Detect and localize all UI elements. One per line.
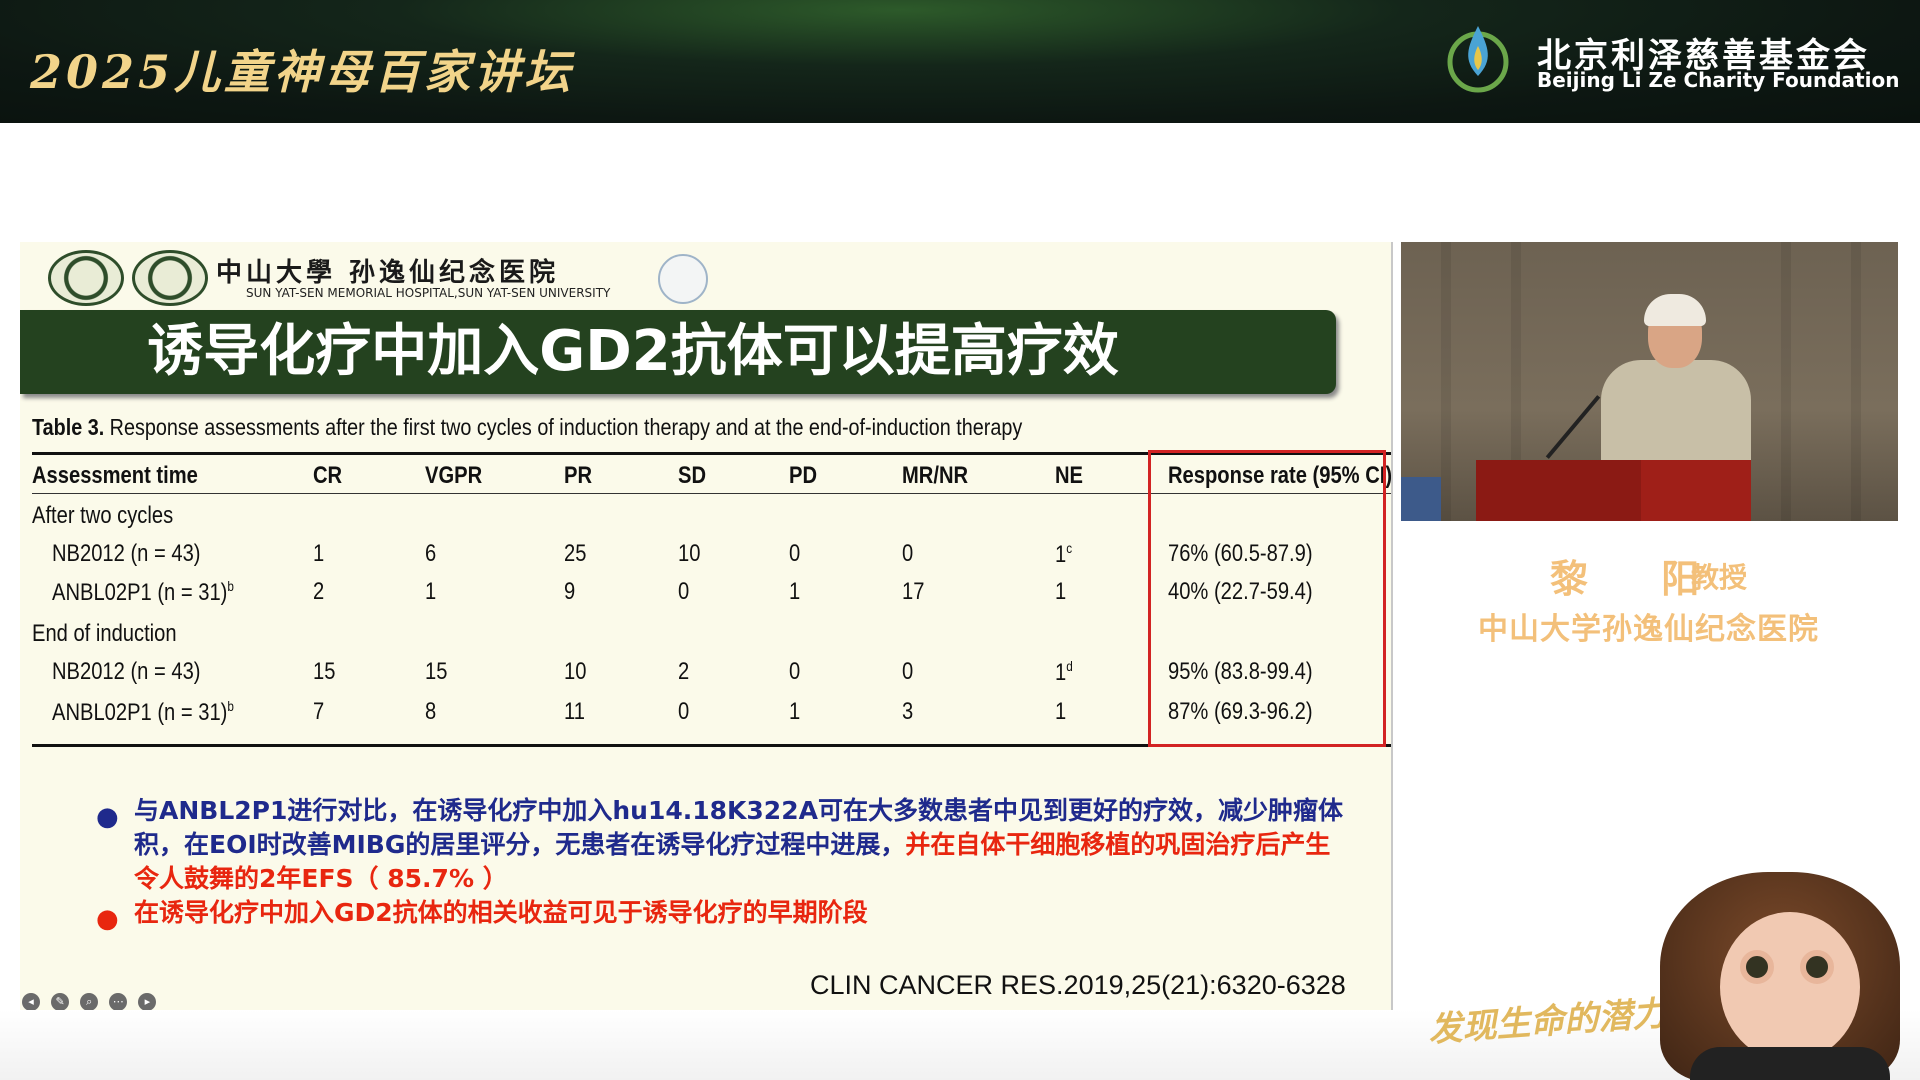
cell-sd: 10 xyxy=(678,540,701,567)
group-label: After two cycles xyxy=(32,502,174,529)
backdrop-banner xyxy=(1401,477,1441,521)
bullet-list: ● 与ANBL2P1进行对比，在诱导化疗中加入hu14.18K322A可在大多数… xyxy=(92,794,1352,934)
col-header-pr: PR xyxy=(564,462,593,489)
cell-vgpr: 1 xyxy=(425,578,437,605)
table-row-label: ANBL02P1 (n = 31)b xyxy=(52,698,234,726)
curtain-fold xyxy=(1781,242,1791,521)
more-icon[interactable]: ⋯ xyxy=(109,993,128,1011)
speaker-hair xyxy=(1644,294,1706,326)
cell-sd: 0 xyxy=(678,578,690,605)
col-header-ne: NE xyxy=(1055,462,1084,489)
cell-cr: 15 xyxy=(313,658,336,685)
col-header-pd: PD xyxy=(789,462,818,489)
table-caption: Table 3. Response assessments after the … xyxy=(32,414,1022,441)
foundation-logo-icon xyxy=(1447,26,1509,93)
hospital-name-en: SUN YAT-SEN MEMORIAL HOSPITAL,SUN YAT-SE… xyxy=(246,286,611,300)
event-title: 2025儿童神母百家讲坛 xyxy=(30,45,575,99)
cell-vgpr: 6 xyxy=(425,540,437,567)
bullet-dot-icon: ● xyxy=(96,802,119,832)
cell-ne: 1c xyxy=(1055,540,1073,568)
university-seal-icon xyxy=(48,250,124,306)
cell-pd: 1 xyxy=(789,578,801,605)
cell-pr: 9 xyxy=(564,578,576,605)
slide-divider xyxy=(1391,242,1393,1012)
podium-side xyxy=(1641,460,1751,521)
cell-pd: 0 xyxy=(789,540,801,567)
slide-title: 诱导化疗中加入GD2抗体可以提高疗效 xyxy=(147,319,1119,384)
cell-sd: 2 xyxy=(678,658,690,685)
child-photo xyxy=(1650,872,1920,1080)
citation: CLIN CANCER RES.2019,25(21):6320-6328 xyxy=(810,970,1346,1000)
col-header-mrnr: MR/NR xyxy=(902,462,969,489)
table-caption-label: Table 3. xyxy=(32,414,105,440)
prev-arrow-icon[interactable]: ◂ xyxy=(22,993,40,1011)
cell-pr: 25 xyxy=(564,540,587,567)
curtain-fold xyxy=(1851,242,1861,521)
slide-title-band: 诱导化疗中加入GD2抗体可以提高疗效 xyxy=(20,310,1336,394)
cell-pd: 1 xyxy=(789,698,801,725)
cell-mrnr: 3 xyxy=(902,698,914,725)
bullet-item-1: ● 与ANBL2P1进行对比，在诱导化疗中加入hu14.18K322A可在大多数… xyxy=(92,794,1352,896)
col-header-assessment: Assessment time xyxy=(32,462,198,489)
curtain-fold xyxy=(1441,242,1451,521)
bullet-2-text: 在诱导化疗中加入GD2抗体的相关收益可见于诱导化疗的早期阶段 xyxy=(134,898,868,927)
speaker-video xyxy=(1401,242,1898,521)
hospital-seal-icon xyxy=(132,250,208,306)
cell-ne: 1 xyxy=(1055,578,1067,605)
child-shirt xyxy=(1690,1047,1890,1080)
cell-mrnr: 0 xyxy=(902,540,914,567)
response-rate-highlight-box xyxy=(1148,450,1386,747)
cell-cr: 2 xyxy=(313,578,325,605)
slide-nav-toolbar: ◂ ✎ ⌕ ⋯ ▸ xyxy=(22,990,162,1011)
partner-badge-icon xyxy=(658,254,708,304)
pen-icon[interactable]: ✎ xyxy=(51,993,70,1011)
cell-pr: 10 xyxy=(564,658,587,685)
speaker-body xyxy=(1601,360,1751,470)
col-header-vgpr: VGPR xyxy=(425,462,483,489)
group-label: End of induction xyxy=(32,620,177,647)
zoom-icon[interactable]: ⌕ xyxy=(80,993,99,1011)
col-header-cr: CR xyxy=(313,462,343,489)
table-row-label: ANBL02P1 (n = 31)b xyxy=(52,578,234,606)
child-eye xyxy=(1740,950,1774,984)
child-eye xyxy=(1800,950,1834,984)
event-banner: 2025儿童神母百家讲坛 北京利泽慈善基金会 Beijing Li Ze Cha… xyxy=(0,0,1920,123)
cell-pd: 0 xyxy=(789,658,801,685)
speaker-role: 教授 xyxy=(1691,561,1748,594)
table-row-label: NB2012 (n = 43) xyxy=(52,540,201,567)
table-row-label: NB2012 (n = 43) xyxy=(52,658,201,685)
cell-cr: 1 xyxy=(313,540,325,567)
bullet-dot-icon: ● xyxy=(96,904,119,934)
hospital-name-cn: 中山大學 孙逸仙纪念医院 xyxy=(216,258,560,288)
speaker-organization: 中山大学孙逸仙纪念医院 xyxy=(1478,612,1819,647)
cell-mrnr: 0 xyxy=(902,658,914,685)
child-face xyxy=(1720,912,1860,1062)
cell-sd: 0 xyxy=(678,698,690,725)
next-arrow-icon[interactable]: ▸ xyxy=(138,993,157,1011)
cell-pr: 11 xyxy=(564,698,585,725)
col-header-sd: SD xyxy=(678,462,707,489)
table-caption-text: Response assessments after the first two… xyxy=(109,414,1023,440)
microphone-icon xyxy=(1545,395,1601,459)
cell-ne: 1d xyxy=(1055,658,1073,686)
cell-ne: 1 xyxy=(1055,698,1067,725)
cell-vgpr: 8 xyxy=(425,698,437,725)
cell-mrnr: 17 xyxy=(902,578,925,605)
hospital-header: 中山大學 孙逸仙纪念医院 SUN YAT-SEN MEMORIAL HOSPIT… xyxy=(48,250,728,306)
foundation-name-en: Beijing Li Ze Charity Foundation xyxy=(1537,68,1900,92)
bullet-1-highlight: 并在自体干细胞移植的巩固治疗后 xyxy=(905,830,1281,859)
cell-cr: 7 xyxy=(313,698,325,725)
presentation-slide: 中山大學 孙逸仙纪念医院 SUN YAT-SEN MEMORIAL HOSPIT… xyxy=(20,242,1392,1012)
bullet-item-2: ● 在诱导化疗中加入GD2抗体的相关收益可见于诱导化疗的早期阶段 xyxy=(92,896,1352,934)
cell-vgpr: 15 xyxy=(425,658,448,685)
